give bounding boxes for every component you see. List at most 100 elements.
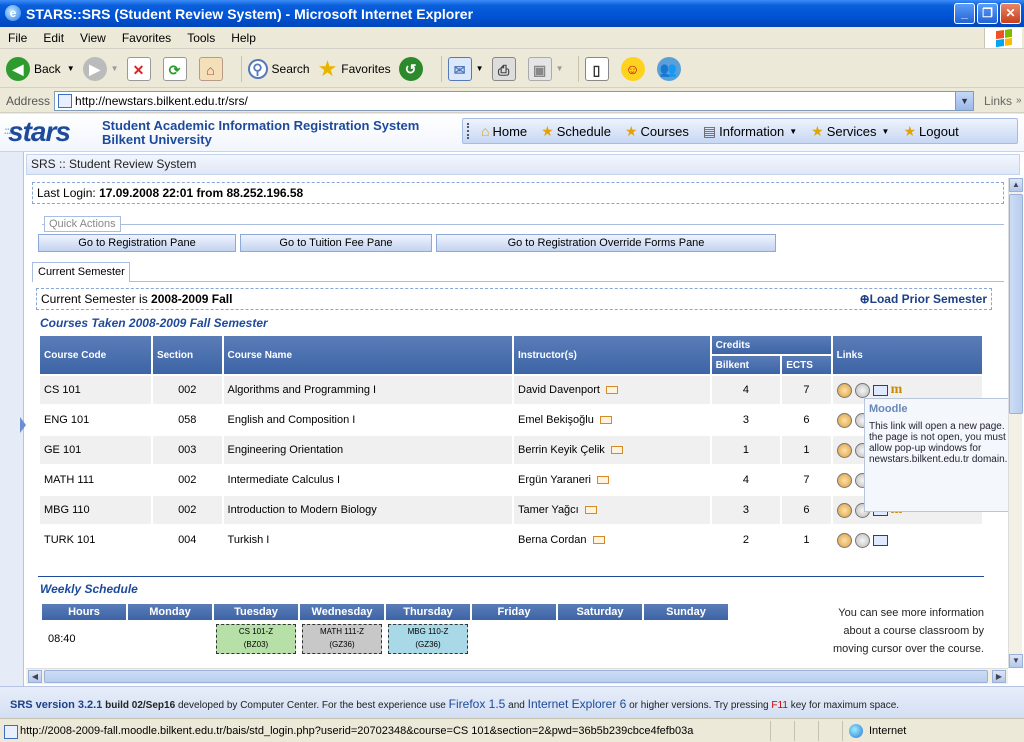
email-icon[interactable] (605, 386, 618, 395)
favorites-button[interactable]: ★ Favorites (318, 56, 391, 82)
col-course-name: Course Name (223, 336, 512, 374)
email-icon[interactable] (599, 416, 612, 425)
yahoo-button[interactable]: ☺ (620, 56, 649, 81)
address-bar: Address http://newstars.bilkent.edu.tr/s… (0, 89, 1024, 113)
scroll-left-icon[interactable]: ◀ (28, 670, 42, 683)
contacts-button[interactable]: 👥 (656, 56, 685, 81)
bilkent-credits: 2 (711, 526, 781, 554)
stop-button[interactable]: ✕ (126, 56, 155, 81)
forward-dropdown-icon[interactable]: ▼ (111, 64, 119, 73)
course-name: Introduction to Modern Biology (223, 496, 512, 524)
moodle-icon[interactable]: m (891, 382, 903, 398)
scroll-down-icon[interactable]: ▼ (1009, 654, 1023, 668)
address-dropdown-icon[interactable]: ▼ (955, 91, 974, 110)
schedule-row: 08:40 CS 101-Z (BZ03) MATH 111-Z (GZ36) MB… (42, 622, 728, 662)
course-section: 004 (152, 526, 222, 554)
maximize-button[interactable]: ❐ (977, 3, 998, 24)
mail-button[interactable]: ✉ ▼ (447, 56, 484, 81)
vertical-scrollbar[interactable]: ▲ ▼ (1008, 178, 1023, 668)
col-credits: Credits (711, 336, 831, 354)
schedule-slot[interactable]: MBG 110-Z (GZ36) (388, 624, 468, 654)
toolbar-separator (440, 55, 442, 82)
back-arrow-icon: ◀ (6, 56, 30, 81)
menu-tools[interactable]: Tools (179, 31, 223, 45)
info-icon[interactable] (854, 382, 870, 398)
tuition-fee-pane-button[interactable]: Go to Tuition Fee Pane (240, 234, 432, 252)
syllabus-icon[interactable] (836, 442, 852, 458)
nav-grip (467, 123, 471, 139)
menu-file[interactable]: File (0, 31, 35, 45)
nav-courses[interactable]: ★ Courses (625, 123, 689, 140)
syllabus-icon[interactable] (836, 412, 852, 428)
home-icon: ⌂ (198, 56, 223, 81)
address-label: Address (6, 93, 51, 108)
status-bar: http://2008-2009-fall.moodle.bilkent.edu… (0, 718, 1024, 742)
syllabus-icon[interactable] (836, 382, 852, 398)
site-header: ::: stars Student Academic Information Re… (0, 114, 1024, 152)
course-section: 002 (152, 496, 222, 524)
load-prior-semester-link[interactable]: ⊕Load Prior Semester (860, 289, 987, 309)
people-icon: 👥 (656, 56, 681, 81)
email-icon[interactable] (592, 536, 605, 545)
scroll-right-icon[interactable]: ▶ (992, 670, 1006, 683)
links-button[interactable]: Links (984, 94, 1012, 108)
nav-information[interactable]: ▤ Information ▼ (703, 123, 797, 140)
ects-credits: 6 (782, 496, 831, 524)
forward-arrow-icon: ▶ (82, 56, 107, 81)
book-icon[interactable] (872, 384, 888, 396)
menu-edit[interactable]: Edit (35, 31, 72, 45)
back-dropdown-icon[interactable]: ▼ (67, 64, 75, 73)
schedule-cell: MATH 111-Z (GZ36) (300, 622, 384, 662)
nav-logout[interactable]: ★ Logout (903, 123, 958, 140)
ie-link[interactable]: Internet Explorer 6 (528, 697, 627, 711)
syllabus-icon[interactable] (836, 502, 852, 518)
history-button[interactable]: ↺ (398, 56, 427, 81)
hour-cell: 08:40 (42, 622, 126, 662)
syllabus-icon[interactable] (836, 532, 852, 548)
firefox-link[interactable]: Firefox 1.5 (449, 697, 506, 711)
tab-current-semester[interactable]: Current Semester (32, 262, 130, 282)
nav-schedule[interactable]: ★ Schedule (541, 123, 611, 140)
schedule-slot[interactable]: MATH 111-Z (GZ36) (302, 624, 382, 654)
course-section: 058 (152, 406, 222, 434)
search-button[interactable]: ⚲ Search (247, 58, 310, 79)
scroll-up-icon[interactable]: ▲ (1009, 178, 1023, 192)
schedule-slot[interactable]: CS 101-Z (BZ03) (216, 624, 296, 654)
refresh-button[interactable]: ⟳ (162, 56, 191, 81)
scroll-thumb[interactable] (44, 670, 988, 683)
registration-pane-button[interactable]: Go to Registration Pane (38, 234, 236, 252)
course-code: TURK 101 (40, 526, 151, 554)
star-icon: ★ (317, 55, 338, 81)
book-icon[interactable] (872, 534, 888, 546)
close-button[interactable]: ✕ (1000, 3, 1021, 24)
email-icon[interactable] (596, 476, 609, 485)
forward-button[interactable]: ▶ ▼ (82, 56, 119, 81)
scroll-thumb[interactable] (1009, 194, 1023, 414)
chevron-down-icon: ▼ (881, 126, 890, 136)
horizontal-scrollbar[interactable]: ◀ ▶ (26, 668, 1008, 684)
side-panel-toggle[interactable] (0, 152, 26, 686)
menu-help[interactable]: Help (223, 31, 264, 45)
stars-logo[interactable]: ::: stars (4, 116, 71, 148)
address-input[interactable]: http://newstars.bilkent.edu.tr/srs/ ▼ (54, 90, 975, 111)
email-icon[interactable] (584, 506, 597, 515)
nav-home[interactable]: ⌂ Home (481, 123, 527, 139)
menu-view[interactable]: View (72, 31, 114, 45)
col-instructor: Instructor(s) (514, 336, 710, 374)
col-friday: Friday (472, 604, 556, 620)
main-content: Last Login: 17.09.2008 22:01 from 88.252… (28, 178, 1008, 668)
menu-favorites[interactable]: Favorites (114, 31, 179, 45)
back-button[interactable]: ◀ Back ▼ (6, 56, 75, 81)
table-row: TURK 101 004 Turkish I Berna Cordan 2 1 (40, 526, 982, 554)
info-icon[interactable] (854, 532, 870, 548)
home-button[interactable]: ⌂ (198, 56, 227, 81)
print-button[interactable]: ⎙ (491, 56, 520, 81)
nav-services[interactable]: ★ Services ▼ (811, 123, 889, 140)
chevron-right-icon[interactable]: » (1016, 95, 1022, 106)
email-icon[interactable] (610, 446, 623, 455)
edit-button[interactable]: ▣ ▼ (527, 56, 564, 81)
minimize-button[interactable]: _ (954, 3, 975, 24)
messenger-button[interactable]: ▯ (584, 56, 613, 81)
syllabus-icon[interactable] (836, 472, 852, 488)
override-forms-pane-button[interactable]: Go to Registration Override Forms Pane (436, 234, 776, 252)
